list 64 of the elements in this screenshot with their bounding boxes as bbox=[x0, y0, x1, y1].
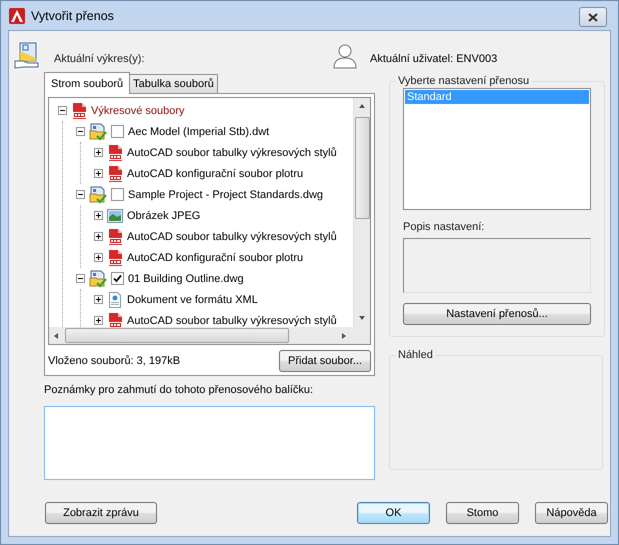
dialog-button[interactable]: Stomo bbox=[446, 502, 519, 524]
collapse-icon[interactable] bbox=[76, 190, 85, 199]
expand-icon[interactable] bbox=[94, 169, 103, 178]
collapse-icon[interactable] bbox=[76, 127, 85, 136]
expand-icon[interactable] bbox=[94, 232, 103, 241]
tab[interactable]: Strom souborů bbox=[44, 72, 130, 94]
tree-item[interactable]: AutoCAD konfigurační soubor plotru bbox=[127, 252, 304, 264]
tree-item[interactable]: AutoCAD konfigurační soubor plotru bbox=[127, 168, 304, 180]
tree-item[interactable]: AutoCAD soubor tabulky výkresových stylů bbox=[127, 314, 337, 326]
document-icon bbox=[107, 250, 123, 266]
tree-item[interactable]: Výkresové soubory bbox=[91, 104, 185, 116]
expand-icon[interactable] bbox=[94, 316, 103, 325]
document-icon bbox=[107, 312, 123, 327]
horizontal-scrollbar[interactable] bbox=[49, 327, 353, 344]
expand-icon[interactable] bbox=[94, 295, 103, 304]
add-file-button[interactable]: Přidat soubor... bbox=[279, 350, 371, 372]
drawing-file-icon bbox=[89, 122, 107, 140]
expand-icon[interactable] bbox=[94, 148, 103, 157]
document-icon bbox=[107, 144, 123, 160]
tree-item[interactable]: AutoCAD soubor tabulky výkresových stylů bbox=[127, 230, 337, 242]
app-icon bbox=[9, 8, 25, 24]
setups-button[interactable]: Nastavení přenosů... bbox=[403, 303, 591, 325]
image-icon bbox=[107, 208, 123, 224]
document-icon bbox=[107, 166, 123, 182]
report-button[interactable]: Zobrazit zprávu bbox=[45, 502, 157, 524]
user-icon bbox=[332, 43, 358, 69]
document-icon bbox=[107, 292, 123, 308]
file-summary: Vloženo souborů: 3, 197kB bbox=[48, 355, 180, 367]
window-title: Vytvořit přenos bbox=[31, 8, 114, 22]
scroll-up-icon[interactable] bbox=[358, 102, 366, 110]
close-button[interactable] bbox=[579, 7, 607, 27]
tree-item[interactable]: Aec Model (Imperial Stb).dwt bbox=[128, 126, 270, 138]
drawings-label: Aktuální výkres(y): bbox=[54, 53, 144, 65]
checkbox[interactable] bbox=[111, 188, 124, 201]
notes-label: Poznámky pro zahmutí do tohoto přenosového balíčku: bbox=[44, 384, 314, 396]
scroll-left-icon[interactable] bbox=[53, 332, 61, 340]
close-icon bbox=[588, 12, 598, 22]
checkbox[interactable] bbox=[111, 125, 124, 138]
user-label: Aktuální uživatel: ENV003 bbox=[370, 53, 498, 65]
scroll-thumb[interactable] bbox=[354, 117, 370, 219]
tree-item[interactable]: 01 Building Outline.dwg bbox=[128, 272, 244, 284]
drawing-file-icon bbox=[89, 186, 107, 204]
dialog-button[interactable]: Nápověda bbox=[535, 502, 608, 524]
collapse-icon[interactable] bbox=[76, 274, 85, 283]
group-title: Vyberte nastavení přenosu bbox=[397, 75, 530, 87]
collapse-icon[interactable] bbox=[58, 106, 67, 115]
scroll-thumb[interactable] bbox=[65, 328, 289, 343]
tab[interactable]: Tabulka souborů bbox=[129, 74, 218, 93]
drawing-file-icon bbox=[89, 270, 107, 288]
expand-icon[interactable] bbox=[94, 211, 103, 220]
dialog-button[interactable]: OK bbox=[357, 502, 430, 524]
scroll-down-icon[interactable] bbox=[358, 314, 366, 322]
document-icon bbox=[71, 102, 87, 118]
document-icon bbox=[107, 228, 123, 244]
tree-item[interactable]: Obrázek JPEG bbox=[127, 210, 200, 222]
checkbox[interactable] bbox=[111, 272, 124, 285]
expand-icon[interactable] bbox=[94, 253, 103, 262]
description-label: Popis nastavení: bbox=[403, 221, 486, 233]
group-title: Náhled bbox=[397, 349, 434, 361]
notes-field[interactable] bbox=[44, 406, 375, 480]
tree-item[interactable]: Dokument ve formátu XML bbox=[127, 294, 258, 306]
tree-item[interactable]: AutoCAD soubor tabulky výkresových stylů bbox=[127, 146, 337, 158]
vertical-scrollbar[interactable] bbox=[353, 98, 370, 327]
tree-item[interactable]: Sample Project - Project Standards.dwg bbox=[128, 188, 324, 200]
